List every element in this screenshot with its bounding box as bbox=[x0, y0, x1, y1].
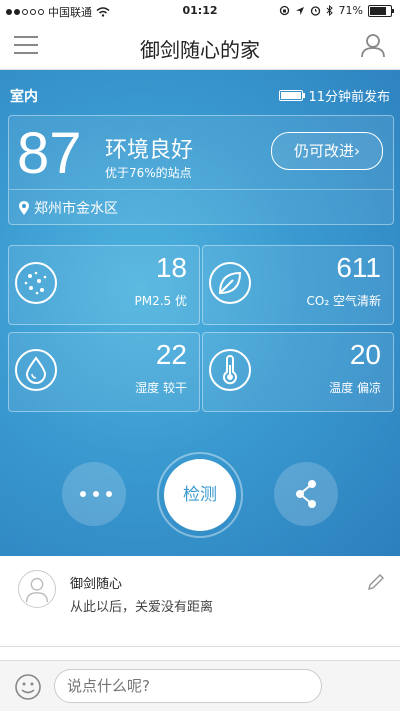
water-drop-icon bbox=[15, 349, 57, 391]
location-arrow-icon bbox=[295, 6, 304, 15]
battery-icon bbox=[368, 4, 394, 17]
ranking-text: 优于76%的站点 bbox=[105, 166, 192, 180]
share-button[interactable] bbox=[274, 462, 338, 526]
alarm-icon bbox=[310, 6, 320, 16]
user-profile-icon[interactable] bbox=[360, 32, 386, 58]
comment-bar bbox=[0, 660, 400, 711]
room-label: 室内 bbox=[10, 89, 38, 105]
status-bar: 中国联通 01:12 71% bbox=[0, 0, 400, 22]
chevron-right-icon: › bbox=[354, 142, 360, 160]
avatar bbox=[18, 570, 56, 608]
co2-label: CO₂ 空气清新 bbox=[306, 294, 381, 308]
device-battery-icon bbox=[279, 90, 306, 101]
emoji-icon[interactable] bbox=[14, 673, 42, 701]
more-dots-icon bbox=[80, 491, 112, 497]
leaf-icon bbox=[209, 262, 251, 304]
post-author: 御剑随心 bbox=[70, 577, 123, 592]
pm25-value: 18 bbox=[155, 252, 187, 283]
location-row: 郑州市金水区 bbox=[9, 189, 393, 225]
improve-button[interactable]: 仍可改进› bbox=[271, 132, 383, 170]
pm25-card[interactable]: 18 PM2.5 优 bbox=[8, 245, 200, 325]
air-score: 87 bbox=[17, 121, 82, 186]
rotation-lock-icon bbox=[279, 5, 289, 16]
status-right: 71% bbox=[279, 4, 394, 17]
temperature-value: 20 bbox=[349, 339, 381, 370]
comment-input[interactable] bbox=[54, 669, 322, 703]
update-status: 11分钟前发布 bbox=[279, 86, 390, 105]
share-icon bbox=[296, 480, 316, 508]
humidity-label: 湿度 较干 bbox=[135, 381, 187, 395]
particles-icon bbox=[15, 262, 57, 304]
humidity-card[interactable]: 22 湿度 较干 bbox=[8, 332, 200, 412]
humidity-value: 22 bbox=[155, 339, 187, 370]
co2-card[interactable]: 611 CO₂ 空气清新 bbox=[202, 245, 394, 325]
improve-button-label: 仍可改进 bbox=[293, 142, 354, 160]
temperature-label: 温度 偏凉 bbox=[329, 381, 381, 395]
thermometer-icon bbox=[209, 349, 251, 391]
more-button[interactable] bbox=[62, 462, 126, 526]
pm25-label: PM2.5 优 bbox=[134, 294, 188, 308]
detect-button[interactable]: 检测 bbox=[164, 459, 236, 531]
temperature-card[interactable]: 20 温度 偏凉 bbox=[202, 332, 394, 412]
message-post: 御剑随心 从此以后，关爱没有距离 bbox=[0, 556, 400, 647]
co2-value: 611 bbox=[336, 252, 381, 283]
score-card: 87 环境良好 优于76%的站点 仍可改进› 郑州市金水区 bbox=[8, 115, 394, 225]
post-message: 从此以后，关爱没有距离 bbox=[70, 600, 214, 615]
bluetooth-icon bbox=[326, 5, 333, 16]
location-label: 郑州市金水区 bbox=[34, 200, 118, 217]
update-time-label: 11分钟前发布 bbox=[308, 90, 390, 105]
edit-icon[interactable] bbox=[366, 572, 386, 592]
page-title: 御剑随心的家 bbox=[140, 38, 260, 62]
top-navbar: 御剑随心的家 bbox=[0, 22, 400, 70]
environment-status: 环境良好 bbox=[105, 138, 194, 163]
air-quality-panel: 室内 11分钟前发布 87 环境良好 优于76%的站点 仍可改进› 郑州市金水区… bbox=[0, 70, 400, 556]
battery-percent: 71% bbox=[338, 4, 363, 17]
location-pin-icon bbox=[19, 200, 29, 215]
